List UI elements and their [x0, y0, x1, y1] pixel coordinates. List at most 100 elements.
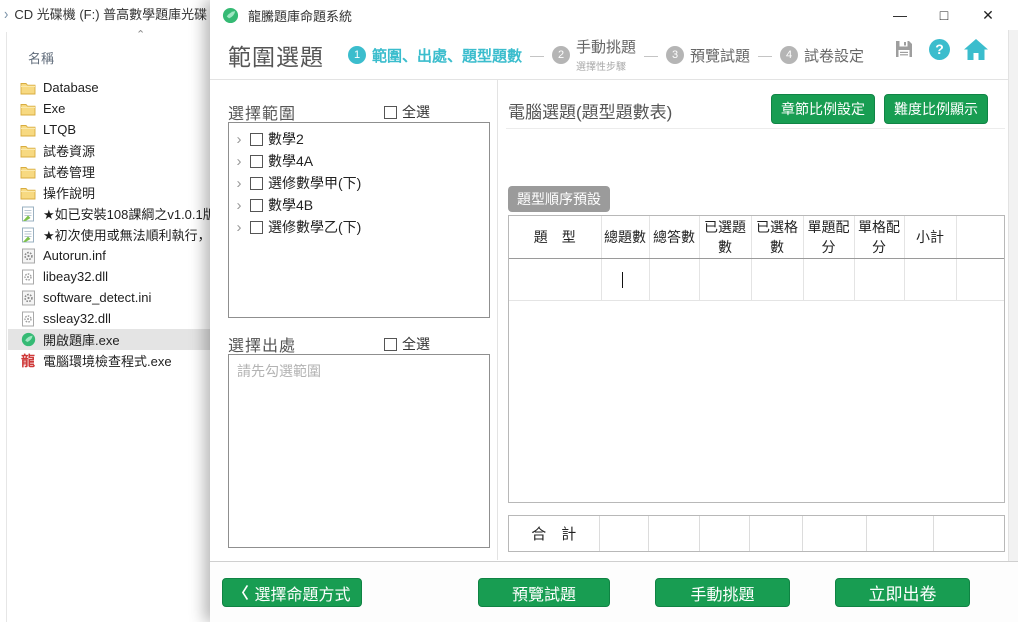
tree-item[interactable]: ›選修數學甲(下): [233, 172, 485, 194]
preview-questions-button[interactable]: 預覽試題: [478, 578, 610, 607]
qtable-cell[interactable]: [699, 258, 751, 300]
file-name: Autorun.inf: [43, 248, 106, 263]
vertical-scrollbar[interactable]: [1008, 30, 1018, 561]
chapter-ratio-button[interactable]: 章節比例設定: [771, 94, 875, 124]
pane-divider: [6, 32, 7, 622]
wizard-step-3[interactable]: 3 預覽試題: [666, 45, 750, 66]
wizard-steps: 1範圍、出處、題型題數—2手動挑題選擇性步驟—3預覽試題—4試卷設定: [348, 36, 864, 75]
file-row[interactable]: LTQB: [8, 119, 212, 140]
file-row[interactable]: Database: [8, 77, 212, 98]
difficulty-ratio-button[interactable]: 難度比例顯示: [884, 94, 988, 124]
file-name: ★初次使用或無法順利執行，請: [43, 225, 212, 244]
type-order-button[interactable]: 題型順序預設: [508, 186, 610, 212]
file-row[interactable]: 開啟題庫.exe: [8, 329, 212, 350]
select-all-label: 全選: [402, 102, 430, 122]
app-logo-icon: [222, 7, 239, 24]
qtable-header-cell: 總答數: [649, 216, 699, 258]
qtable-header-cell: 單題配分: [803, 216, 854, 258]
tree-item[interactable]: ›數學4A: [233, 150, 485, 172]
file-row[interactable]: 試卷管理: [8, 161, 212, 182]
step-sublabel: 選擇性步驟: [576, 62, 626, 73]
range-panel-title: 選擇範圍: [228, 100, 296, 124]
range-tree: › 數學2›數學4A›選修數學甲(下)›數學4B›選修數學乙(下): [228, 122, 490, 318]
wizard-step-4[interactable]: 4試卷設定: [780, 45, 864, 66]
source-placeholder: 請先勾選範圍: [237, 361, 481, 381]
file-row[interactable]: 操作說明: [8, 182, 212, 203]
qtable-header-cell: 已選題數: [699, 216, 751, 258]
file-row[interactable]: ssleay32.dll: [8, 308, 212, 329]
file-name: LTQB: [43, 122, 76, 137]
maximize-button[interactable]: □: [922, 1, 966, 29]
qtable-cell[interactable]: [803, 258, 854, 300]
qtable-cell[interactable]: [854, 258, 904, 300]
text-file-icon: [21, 206, 35, 222]
qtable-cell[interactable]: [509, 258, 601, 300]
text-cursor: [622, 272, 624, 288]
file-name: 電腦環境檢查程式.exe: [43, 351, 172, 370]
tree-item[interactable]: › 數學2: [233, 128, 485, 150]
select-all-label: 全選: [402, 334, 430, 354]
close-button[interactable]: ✕: [966, 1, 1010, 29]
file-row[interactable]: ★初次使用或無法順利執行，請: [8, 224, 212, 245]
step-label: 預覽試題: [690, 48, 750, 65]
qtable-header-row: 題 型總題數總答數已選題數已選格數單題配分單格配分小計: [509, 216, 1004, 258]
chevron-right-icon[interactable]: ›: [233, 198, 245, 213]
checkbox-icon[interactable]: [250, 155, 263, 168]
chevron-right-icon[interactable]: ›: [4, 5, 8, 23]
sort-ascending-icon[interactable]: ⌃: [136, 28, 145, 41]
tree-item-label: 數學2: [268, 129, 304, 149]
wizard-step-2[interactable]: 2手動挑題選擇性步驟: [552, 36, 636, 75]
generate-paper-button[interactable]: 立即出卷: [835, 578, 970, 607]
file-row[interactable]: Autorun.inf: [8, 245, 212, 266]
tree-item[interactable]: ›選修數學乙(下): [233, 216, 485, 238]
range-select-all[interactable]: 全選: [384, 102, 430, 122]
chevron-right-icon[interactable]: ›: [233, 154, 245, 169]
total-value-cell: [866, 516, 933, 551]
file-row[interactable]: ★如已安裝108課綱之v1.0.1版題: [8, 203, 212, 224]
app-window: 龍騰題庫命題系統 — □ ✕ 範圍選題 1範圍、出處、題型題數—2手動挑題選擇性…: [210, 0, 1018, 622]
checkbox-icon[interactable]: [250, 199, 263, 212]
source-list-box[interactable]: 請先勾選範圍: [228, 354, 490, 548]
checkbox-icon[interactable]: [250, 221, 263, 234]
file-row[interactable]: 試卷資源: [8, 140, 212, 161]
chevron-right-icon[interactable]: ›: [233, 176, 245, 191]
minimize-button[interactable]: —: [878, 1, 922, 29]
column-header-name[interactable]: 名稱: [28, 48, 54, 67]
file-name: ★如已安裝108課綱之v1.0.1版題: [43, 204, 212, 223]
chevron-right-icon[interactable]: ›: [233, 220, 245, 235]
title-bar: 龍騰題庫命題系統 — □ ✕: [210, 0, 1018, 30]
step-number-badge: 3: [666, 46, 684, 64]
manual-pick-button[interactable]: 手動挑題: [655, 578, 790, 607]
total-label-cell: 合 計: [509, 516, 599, 551]
qtable-cell[interactable]: [751, 258, 803, 300]
chevron-right-icon[interactable]: ›: [233, 132, 245, 147]
checkbox-icon[interactable]: [384, 106, 397, 119]
back-button[interactable]: 〈 選擇命題方式: [222, 578, 362, 607]
checkbox-icon[interactable]: [250, 177, 263, 190]
qtable-cell[interactable]: [649, 258, 699, 300]
header-icons: ?: [893, 38, 988, 60]
explorer-tree-root[interactable]: › CD 光碟機 (F:) 普高數學題庫光碟: [4, 4, 207, 23]
wizard-step-1[interactable]: 1範圍、出處、題型題數: [348, 45, 522, 66]
qtable-cell[interactable]: [904, 258, 956, 300]
source-select-all[interactable]: 全選: [384, 334, 430, 354]
chevron-left-icon: 〈: [233, 582, 248, 603]
file-row[interactable]: Exe: [8, 98, 212, 119]
qtable-header-cell: 已選格數: [751, 216, 803, 258]
help-icon[interactable]: ?: [929, 39, 950, 60]
file-row[interactable]: 龍電腦環境檢查程式.exe: [8, 350, 212, 371]
save-icon[interactable]: [893, 38, 915, 60]
file-row[interactable]: software_detect.ini: [8, 287, 212, 308]
checkbox-icon[interactable]: [250, 133, 263, 146]
footer-bar: 〈 選擇命題方式 預覽試題 手動挑題 立即出卷: [210, 562, 1018, 622]
drive-label: CD 光碟機 (F:) 普高數學題庫光碟: [14, 4, 207, 23]
qtable-cell[interactable]: [956, 258, 1004, 300]
file-row[interactable]: libeay32.dll: [8, 266, 212, 287]
question-type-table: 題 型總題數總答數已選題數已選格數單題配分單格配分小計: [508, 215, 1005, 503]
home-icon[interactable]: [964, 39, 988, 60]
tree-item[interactable]: ›數學4B: [233, 194, 485, 216]
qtable-cell[interactable]: [601, 258, 649, 300]
checkbox-icon[interactable]: [384, 338, 397, 351]
total-value-cell: [699, 516, 749, 551]
app-icon: [21, 332, 36, 347]
